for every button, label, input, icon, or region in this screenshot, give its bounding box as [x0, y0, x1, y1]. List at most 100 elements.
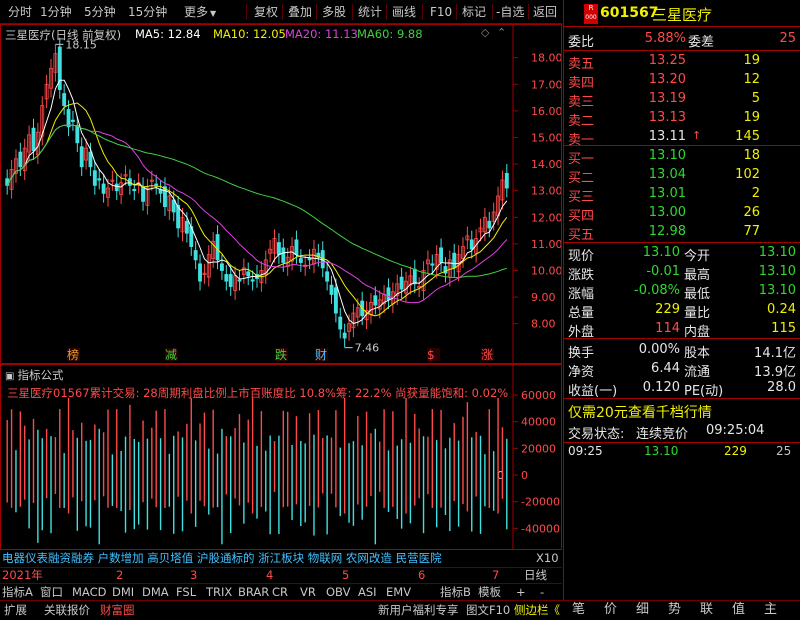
f10-button[interactable]: F10 — [430, 3, 452, 21]
candle-body[interactable] — [220, 263, 224, 271]
candle-body[interactable] — [70, 119, 75, 122]
back-button[interactable]: 返回 — [533, 3, 557, 21]
candle-body[interactable] — [373, 295, 378, 306]
indicator-tab[interactable]: FSL — [176, 585, 196, 599]
bid-level-row[interactable]: 买一 13.10 18 — [564, 147, 800, 167]
diamond-icon[interactable]: ◇ — [481, 26, 489, 39]
indicator-tab[interactable]: 指标B — [440, 585, 471, 599]
candle-body[interactable] — [97, 178, 102, 181]
indicator-tab[interactable]: DMA — [142, 585, 169, 599]
mark-button[interactable]: 标记 — [462, 3, 486, 21]
level2-promo-link[interactable]: 仅需20元查看千档行情 — [568, 402, 712, 422]
indicator-tab[interactable]: + — [516, 585, 526, 599]
indicator-tab[interactable]: - — [540, 585, 544, 599]
tab-timeshare[interactable]: 分时 — [8, 3, 32, 21]
detail-tab[interactable]: 细 — [636, 603, 649, 617]
kline-chart-panel[interactable]: 18.00 17.00 16.00 15.00 14.00 13.00 12.00 11.00… — [0, 24, 562, 364]
candle-body[interactable] — [66, 109, 71, 128]
candle-body[interactable] — [276, 242, 281, 255]
indicator-tab[interactable]: ASI — [358, 585, 377, 599]
candle-body[interactable] — [469, 239, 474, 250]
chevron-up-icon[interactable]: ⌃ — [497, 26, 506, 39]
tab-1min[interactable]: 1分钟 — [40, 3, 72, 21]
event-marker[interactable]: $ — [427, 348, 435, 362]
candle-body[interactable] — [333, 287, 338, 314]
expand-button[interactable]: 扩展 — [4, 603, 27, 617]
indicator-tab[interactable]: OBV — [326, 585, 350, 599]
candle-body[interactable] — [294, 239, 299, 255]
zoom-label[interactable]: X10 — [536, 551, 559, 565]
candle-body[interactable] — [246, 271, 251, 277]
bid-level-row[interactable]: 买二 13.04 102 — [564, 166, 800, 186]
period-label[interactable]: 日线 — [524, 568, 547, 582]
restore-button[interactable]: 复权 — [254, 3, 278, 21]
detail-tab[interactable]: 势 — [668, 603, 681, 617]
kline-chart[interactable]: 18.00 17.00 16.00 15.00 14.00 13.00 12.00 11.00… — [1, 25, 561, 363]
candle-body[interactable] — [193, 250, 198, 261]
candle-body[interactable] — [237, 279, 242, 282]
indicator-tab[interactable]: BRAR — [238, 585, 269, 599]
tab-15min[interactable]: 15分钟 — [128, 3, 167, 21]
multi-stock-button[interactable]: 多股 — [322, 3, 346, 21]
candle-body[interactable] — [75, 125, 80, 144]
sidebar-toggle[interactable]: 侧边栏《 — [514, 603, 560, 617]
candle-body[interactable] — [298, 258, 303, 263]
remove-favorite-button[interactable]: -自选 — [496, 3, 524, 21]
candle-body[interactable] — [92, 170, 97, 186]
candle-body[interactable] — [250, 279, 255, 282]
indicator-tab[interactable]: DMI — [112, 585, 134, 599]
detail-tab[interactable]: 价 — [604, 603, 617, 617]
draw-line-button[interactable]: 画线 — [392, 3, 416, 21]
indicator-tab[interactable]: CR — [272, 585, 288, 599]
indicator-tab[interactable]: EMV — [386, 585, 411, 599]
f10-graphic-button[interactable]: 图文F10 — [466, 603, 510, 617]
event-marker[interactable]: 榜 — [67, 347, 79, 362]
candle-body[interactable] — [452, 252, 457, 269]
event-marker[interactable]: 跌 — [275, 347, 287, 362]
event-marker[interactable]: 财 — [315, 348, 327, 362]
candle-body[interactable] — [399, 276, 404, 290]
ask-level-row[interactable]: 卖四 13.20 12 — [564, 71, 800, 91]
promo-row[interactable]: 仅需20元查看千档行情 — [564, 401, 800, 421]
candle-body[interactable] — [79, 146, 84, 168]
candle-body[interactable] — [224, 274, 229, 282]
candle-body[interactable] — [114, 183, 119, 192]
candle-body[interactable] — [386, 287, 391, 301]
overlay-button[interactable]: 叠加 — [288, 3, 312, 21]
related-quote-button[interactable]: 关联报价 — [44, 603, 90, 617]
wealth-circle-button[interactable]: 财富圈 — [100, 603, 135, 617]
candle-body[interactable] — [412, 268, 417, 285]
detail-tab[interactable]: 主 — [764, 603, 777, 617]
candle-body[interactable] — [439, 247, 444, 263]
event-marker[interactable]: 减 — [165, 348, 177, 362]
gear-icon[interactable]: ▣ — [5, 371, 14, 382]
candle-body[interactable] — [281, 247, 286, 263]
indicator-tab[interactable]: 指标A — [2, 585, 33, 599]
new-user-promo-link[interactable]: 新用户福利专享 — [378, 603, 459, 617]
detail-tab[interactable]: 笔 — [572, 603, 585, 617]
candle-body[interactable] — [31, 127, 36, 152]
candle-body[interactable] — [329, 284, 334, 295]
candle-body[interactable] — [325, 271, 330, 282]
candle-body[interactable] — [430, 263, 435, 266]
candle-body[interactable] — [141, 186, 145, 202]
event-marker[interactable]: 涨 — [481, 347, 493, 362]
indicator-tab[interactable]: TRIX — [206, 585, 232, 599]
candle-body[interactable] — [154, 183, 159, 186]
tab-5min[interactable]: 5分钟 — [84, 3, 116, 21]
ask-level-row[interactable]: 卖三 13.19 5 — [564, 90, 800, 110]
candle-body[interactable] — [487, 220, 492, 229]
statistics-button[interactable]: 统计 — [358, 3, 382, 21]
candle-body[interactable] — [228, 274, 233, 287]
candle-body[interactable] — [88, 151, 93, 168]
candle-body[interactable] — [62, 93, 67, 106]
detail-tab[interactable]: 联 — [700, 603, 713, 617]
candle-body[interactable] — [342, 332, 347, 339]
indicator-tab[interactable]: VR — [300, 585, 316, 599]
tab-more[interactable]: 更多 ▼ — [184, 3, 216, 21]
ask-level-row[interactable]: 卖五 13.25 19 — [564, 52, 800, 72]
candle-body[interactable] — [307, 258, 312, 261]
bid-level-row[interactable]: 买五 12.98 77 — [564, 223, 800, 243]
candle-body[interactable] — [18, 151, 23, 168]
bid-level-row[interactable]: 买三 13.01 2 — [564, 185, 800, 205]
